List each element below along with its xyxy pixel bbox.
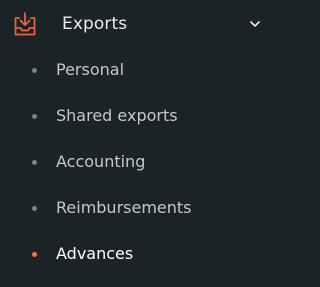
nav-item-reimbursements[interactable]: Reimbursements [0,188,282,228]
bullet-icon [32,160,37,165]
nav-item-label: Personal [56,60,125,79]
chevron-down-icon[interactable] [248,16,262,30]
nav-item-personal[interactable]: Personal [0,50,282,90]
active-bullet-icon [32,252,37,257]
nav-item-accounting[interactable]: Accounting [0,142,282,182]
nav-item-shared-exports[interactable]: Shared exports [0,96,282,136]
bullet-icon [32,68,37,73]
nav-item-label: Advances [56,244,134,263]
exports-nav-section: Exports Personal Shared exports Accounti… [0,0,282,287]
nav-item-label: Reimbursements [56,198,192,217]
nav-item-label: Shared exports [56,106,178,125]
nav-item-advances[interactable]: Advances [0,234,282,274]
download-tray-icon [11,10,39,38]
bullet-icon [32,114,37,119]
exports-section-label: Exports [62,14,128,34]
bullet-icon [32,206,37,211]
exports-section-header[interactable]: Exports [0,0,282,48]
nav-item-label: Accounting [56,152,146,171]
